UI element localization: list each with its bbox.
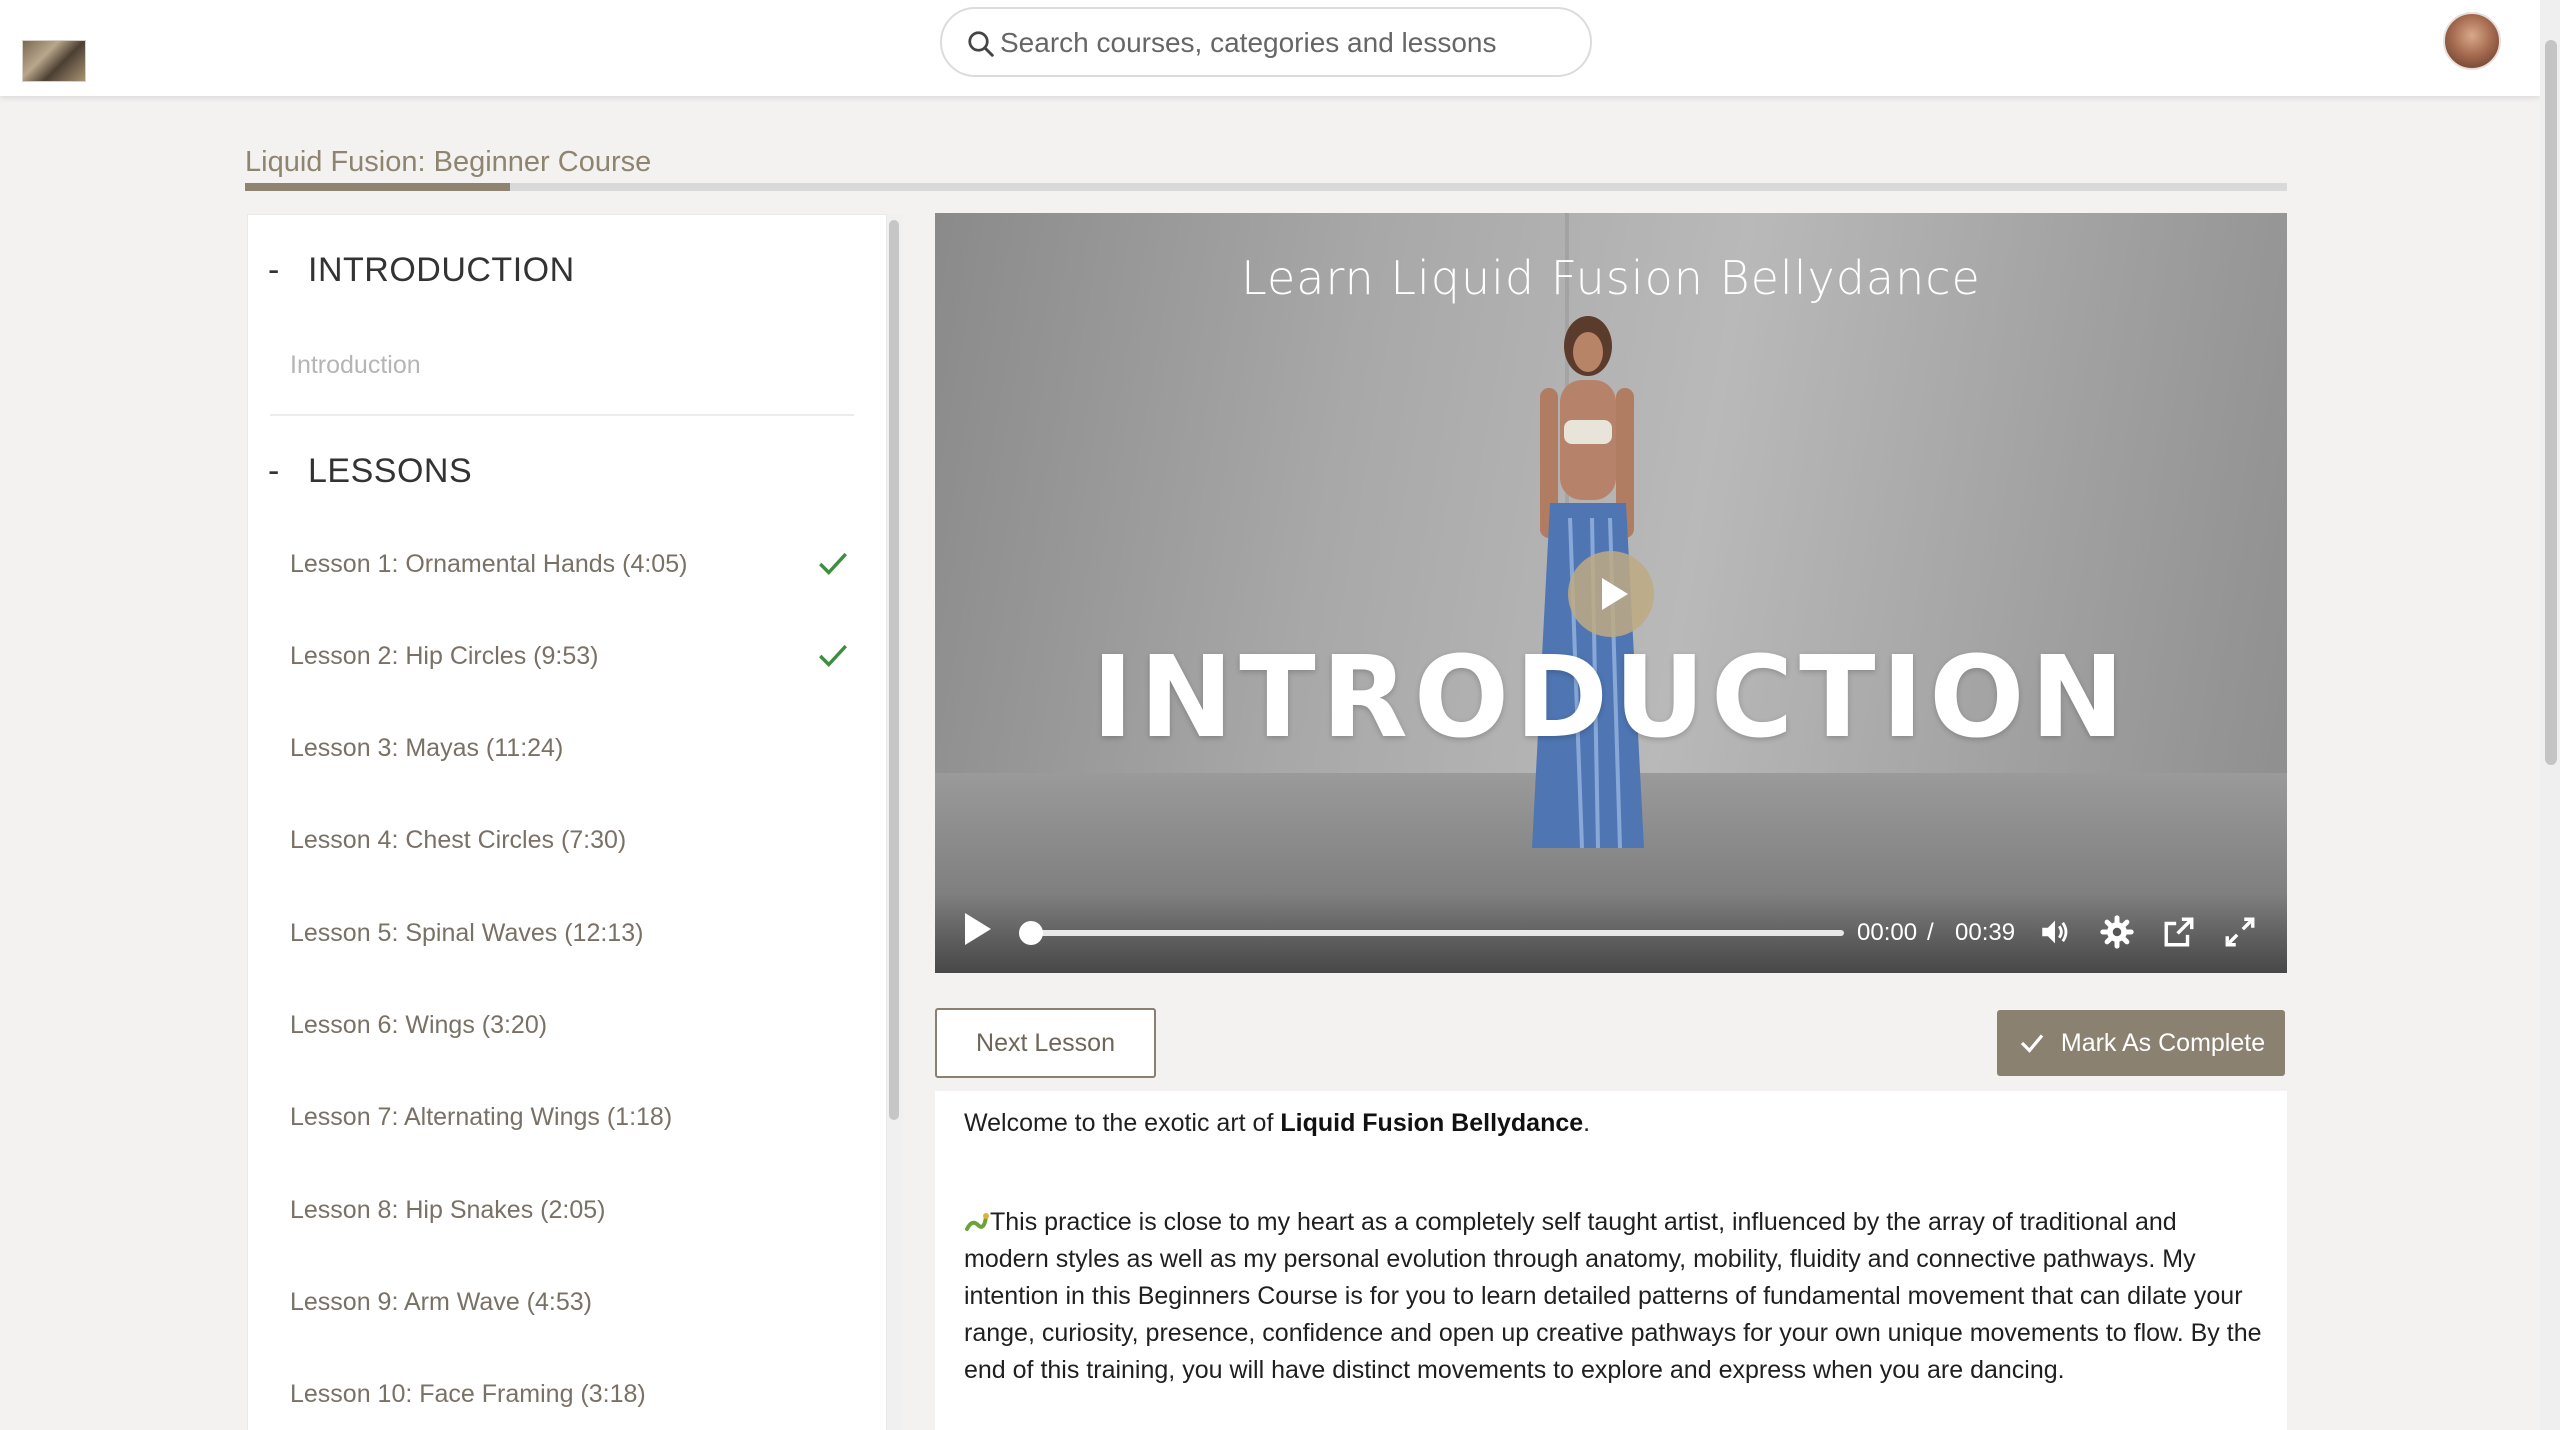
section-title: LESSONS bbox=[308, 452, 473, 490]
lesson-label: Lesson 5: Spinal Waves (12:13) bbox=[290, 918, 644, 947]
sidebar-item-lesson[interactable]: Lesson 1: Ornamental Hands (4:05) bbox=[290, 534, 850, 594]
sidebar-item-lesson[interactable]: Lesson 5: Spinal Waves (12:13) bbox=[290, 903, 850, 963]
course-progress-bar bbox=[245, 183, 2287, 191]
sidebar-item-lesson[interactable]: Lesson 8: Hip Snakes (2:05) bbox=[290, 1180, 850, 1240]
lesson-label: Lesson 7: Alternating Wings (1:18) bbox=[290, 1103, 673, 1132]
search-box[interactable] bbox=[940, 7, 1592, 77]
next-lesson-button[interactable]: Next Lesson bbox=[935, 1008, 1156, 1078]
description-body: This practice is close to my heart as a … bbox=[964, 1204, 2264, 1389]
welcome-bold: Liquid Fusion Bellydance bbox=[1280, 1109, 1584, 1137]
current-time: 00:00 bbox=[1857, 919, 1918, 946]
seek-handle[interactable] bbox=[1019, 921, 1043, 945]
collapse-icon: - bbox=[268, 452, 280, 490]
sidebar-scrollbar-thumb[interactable] bbox=[889, 220, 899, 1120]
section-lessons-toggle[interactable]: - LESSONS bbox=[268, 452, 472, 491]
check-icon bbox=[2020, 1034, 2044, 1053]
lesson-label: Lesson 8: Hip Snakes (2:05) bbox=[290, 1195, 606, 1224]
sidebar-item-lesson[interactable]: Lesson 4: Chest Circles (7:30) bbox=[290, 811, 850, 871]
collapse-icon: - bbox=[268, 251, 280, 289]
video-heading: Learn Liquid Fusion Bellydance bbox=[1241, 251, 1981, 305]
search-icon bbox=[968, 31, 994, 57]
volume-icon[interactable] bbox=[2038, 915, 2072, 949]
lesson-label: Lesson 1: Ornamental Hands (4:05) bbox=[290, 549, 688, 578]
search-input[interactable] bbox=[1000, 21, 1560, 65]
sidebar-item-lesson[interactable]: Lesson 2: Hip Circles (9:53) bbox=[290, 626, 850, 686]
sidebar-item-lesson[interactable]: Lesson 10: Face Framing (3:18) bbox=[290, 1365, 850, 1425]
duration: 00:39 bbox=[1955, 919, 2016, 946]
description-body-text: This practice is close to my heart as a … bbox=[964, 1208, 2262, 1384]
video-player[interactable]: Learn Liquid Fusion Bellydance INTRODUCT… bbox=[935, 213, 2287, 973]
time-separator: / bbox=[1927, 919, 1934, 946]
lesson-label: Lesson 10: Face Framing (3:18) bbox=[290, 1380, 646, 1409]
lesson-label: Lesson 2: Hip Circles (9:53) bbox=[290, 641, 599, 670]
popout-icon[interactable] bbox=[2162, 915, 2196, 949]
lesson-label: Lesson 3: Mayas (11:24) bbox=[290, 734, 564, 763]
site-logo[interactable] bbox=[22, 40, 86, 82]
mark-complete-button[interactable]: Mark As Complete bbox=[1997, 1010, 2285, 1076]
sidebar-item-lesson[interactable]: Lesson 9: Arm Wave (4:53) bbox=[290, 1272, 850, 1332]
course-progress-fill bbox=[245, 183, 511, 191]
course-title: Liquid Fusion: Beginner Course bbox=[245, 146, 652, 178]
snake-emoji-icon bbox=[965, 1213, 989, 1231]
lesson-label: Lesson 6: Wings (3:20) bbox=[290, 1011, 548, 1039]
welcome-suffix: . bbox=[1583, 1109, 1591, 1137]
lesson-sidebar: - INTRODUCTION Introduction - LESSONS Le… bbox=[247, 214, 887, 1430]
settings-gear-icon[interactable] bbox=[2100, 915, 2134, 949]
page-scrollbar-thumb[interactable] bbox=[2545, 40, 2557, 765]
section-introduction-toggle[interactable]: - INTRODUCTION bbox=[268, 251, 575, 290]
video-controls: 00:00 / 00:39 bbox=[935, 893, 2287, 973]
top-bar bbox=[0, 0, 2540, 96]
section-title: INTRODUCTION bbox=[308, 251, 575, 289]
welcome-text: Welcome to the exotic art of Liquid Fusi… bbox=[964, 1105, 2264, 1142]
completed-check-icon bbox=[819, 552, 847, 575]
big-play-button[interactable] bbox=[1568, 551, 1654, 637]
video-overlay-title: INTRODUCTION bbox=[1091, 633, 2131, 763]
sidebar-item-lesson[interactable]: Lesson 6: Wings (3:20) bbox=[290, 996, 850, 1056]
sidebar-item-lesson[interactable]: Lesson 3: Mayas (11:24) bbox=[290, 719, 850, 779]
mark-complete-label: Mark As Complete bbox=[2060, 1028, 2266, 1057]
lesson-label: Lesson 4: Chest Circles (7:30) bbox=[290, 826, 627, 855]
seek-bar[interactable] bbox=[1029, 930, 1844, 936]
play-icon bbox=[1602, 578, 1628, 610]
sidebar-item-introduction[interactable]: Introduction bbox=[290, 351, 421, 380]
play-icon[interactable] bbox=[965, 913, 991, 945]
fullscreen-icon[interactable] bbox=[2223, 915, 2257, 949]
lesson-label: Lesson 9: Arm Wave (4:53) bbox=[290, 1287, 592, 1316]
lesson-description: Welcome to the exotic art of Liquid Fusi… bbox=[935, 1091, 2287, 1430]
welcome-prefix: Welcome to the exotic art of bbox=[964, 1109, 1281, 1137]
user-avatar[interactable] bbox=[2443, 12, 2501, 70]
sidebar-item-lesson[interactable]: Lesson 7: Alternating Wings (1:18) bbox=[290, 1088, 850, 1148]
divider bbox=[270, 414, 854, 416]
completed-check-icon bbox=[819, 645, 847, 668]
